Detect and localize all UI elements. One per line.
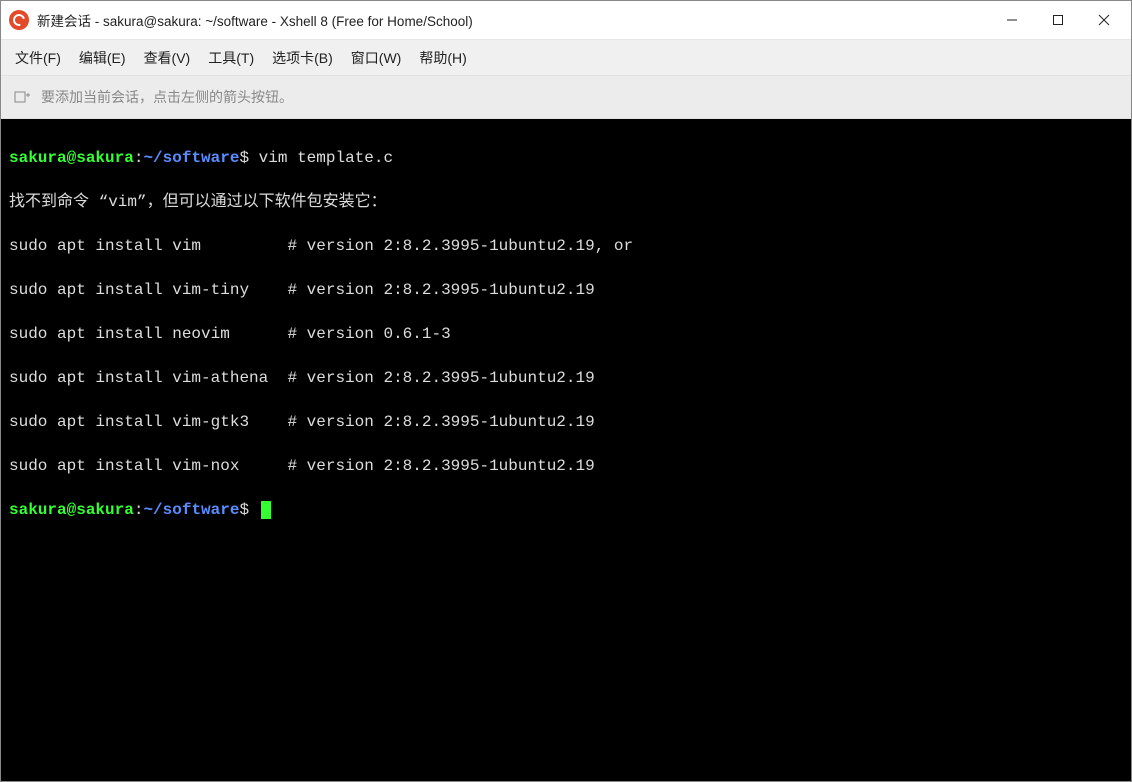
menu-tools[interactable]: 工具(T) [206,44,256,72]
prompt-userhost: sakura@sakura [9,501,134,519]
terminal-line: sakura@sakura:~/software$ vim template.c [9,147,1123,169]
add-tab-icon[interactable] [13,88,31,106]
terminal-error-line: 找不到命令 “vim”，但可以通过以下软件包安装它： [9,191,1123,213]
maximize-button[interactable] [1035,3,1081,37]
tabbar: 要添加当前会话，点击左侧的箭头按钮。 [1,75,1131,119]
window-controls [989,3,1127,37]
prompt-sep: : [134,501,144,519]
titlebar: 新建会话 - sakura@sakura: ~/software - Xshel… [1,1,1131,39]
terminal-line: sakura@sakura:~/software$ [9,499,1123,521]
prompt-path: ~/software [143,501,239,519]
terminal[interactable]: sakura@sakura:~/software$ vim template.c… [1,119,1131,781]
tabbar-hint: 要添加当前会话，点击左侧的箭头按钮。 [41,87,293,107]
menu-help[interactable]: 帮助(H) [417,44,468,72]
terminal-output-line: sudo apt install vim-gtk3 # version 2:8.… [9,411,1123,433]
menu-view[interactable]: 查看(V) [142,44,193,72]
prompt-userhost: sakura@sakura [9,149,134,167]
app-icon [9,10,29,30]
window-title: 新建会话 - sakura@sakura: ~/software - Xshel… [37,10,989,30]
menu-tabs[interactable]: 选项卡(B) [270,44,335,72]
minimize-button[interactable] [989,3,1035,37]
prompt-sign: $ [239,501,249,519]
terminal-output-line: sudo apt install neovim # version 0.6.1-… [9,323,1123,345]
prompt-sign: $ [239,149,249,167]
menu-file[interactable]: 文件(F) [13,44,63,72]
cursor-icon [261,501,271,519]
terminal-output-line: sudo apt install vim-tiny # version 2:8.… [9,279,1123,301]
prompt-path: ~/software [143,149,239,167]
prompt-sep: : [134,149,144,167]
menubar: 文件(F) 编辑(E) 查看(V) 工具(T) 选项卡(B) 窗口(W) 帮助(… [1,39,1131,75]
menu-edit[interactable]: 编辑(E) [77,44,128,72]
close-button[interactable] [1081,3,1127,37]
terminal-output-line: sudo apt install vim-nox # version 2:8.2… [9,455,1123,477]
terminal-output-line: sudo apt install vim-athena # version 2:… [9,367,1123,389]
terminal-output-line: sudo apt install vim # version 2:8.2.399… [9,235,1123,257]
terminal-command: vim template.c [259,149,393,167]
menu-window[interactable]: 窗口(W) [349,44,404,72]
